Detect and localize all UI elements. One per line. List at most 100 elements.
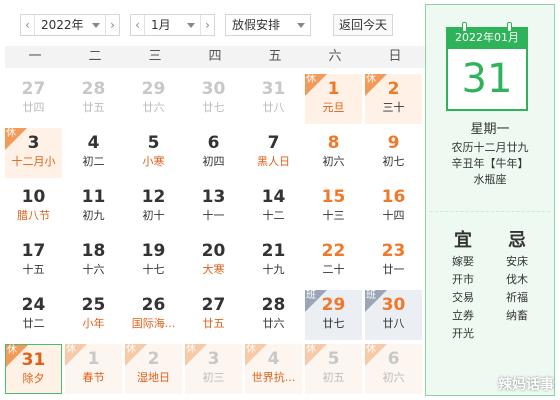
day-cell[interactable]: 20 大寒 [185,236,242,286]
yi-item: 嫁娶 [452,255,474,268]
selected-day-number: 31 [461,56,513,102]
day-cell[interactable]: 21 十九 [245,236,302,286]
lunar-label: 廿四 [22,101,45,114]
yi-item: 立券 [452,309,474,322]
day-number: 12 [141,187,166,207]
day-number: 14 [261,187,286,207]
day-detail-panel: 2022年01月 31 星期一 农历十二月廿九 辛丑年【牛年】 水瓶座 宜 嫁娶… [425,4,555,396]
day-cell[interactable]: 18 十六 [65,236,122,286]
lunar-label: 廿二 [22,317,45,330]
lunar-label: 初二 [82,155,105,168]
lunar-label: 十七 [142,263,165,276]
day-number: 4 [87,133,100,153]
yi-item: 开光 [452,327,474,340]
day-cell-today[interactable]: 休 31 除夕 [5,344,62,394]
day-cell[interactable]: 23 廿一 [365,236,422,286]
year-select[interactable]: ‹ 2022年 › [20,14,120,36]
day-cell[interactable]: 休 5 初五 [305,344,362,394]
day-cell[interactable]: 29 廿六 [125,74,182,124]
day-cell[interactable]: 休 3 初三 [185,344,242,394]
next-month-arrow-icon[interactable]: › [200,15,214,35]
prev-month-arrow-icon[interactable]: ‹ [131,15,145,35]
day-cell[interactable]: 15 十三 [305,182,362,232]
day-number: 4 [267,349,280,369]
day-cell[interactable]: 11 初九 [65,182,122,232]
day-cell[interactable]: 休 1 元旦 [305,74,362,124]
zodiac-sign: 水瓶座 [473,173,507,186]
lunar-label: 春节 [82,371,105,384]
day-cell[interactable]: 4 初二 [65,128,122,178]
watermark: 辣妈话事 [498,377,554,393]
lunar-label: 廿八 [382,317,405,330]
lunar-label: 廿七 [322,317,345,330]
day-number: 5 [327,349,340,369]
holiday-value: 放假安排 [232,18,281,32]
day-number: 29 [321,295,346,315]
day-cell[interactable]: 19 十七 [125,236,182,286]
prev-year-arrow-icon[interactable]: ‹ [21,15,35,35]
day-cell[interactable]: 14 十二 [245,182,302,232]
day-cell[interactable]: 7 黑人日 [245,128,302,178]
lunar-label: 三十 [382,101,405,114]
day-cell[interactable]: 休 6 初六 [365,344,422,394]
day-cell[interactable]: 10 腊八节 [5,182,62,232]
calendar-toolbar: ‹ 2022年 › ‹ 1月 › 放假安排 返回今天 [0,0,424,40]
back-to-today-button[interactable]: 返回今天 [333,14,393,36]
holiday-select[interactable]: 放假安排 [225,14,311,36]
day-cell[interactable]: 13 十一 [185,182,242,232]
lunar-label: 国际海... [131,317,176,330]
weekday-label: 六 [328,49,342,64]
day-cell[interactable]: 28 廿六 [245,290,302,340]
day-cell[interactable]: 8 初六 [305,128,362,178]
lunar-label: 世界抗... [251,371,296,384]
day-cell[interactable]: 休 2 湿地日 [125,344,182,394]
day-cell[interactable]: 5 小寒 [125,128,182,178]
day-cell[interactable]: 27 廿四 [5,74,62,124]
day-cell[interactable]: 班 29 廿七 [305,290,362,340]
lunar-label: 十四 [382,209,405,222]
lunar-label: 十九 [262,263,285,276]
day-number: 16 [381,187,406,207]
lunar-label: 小年 [82,317,105,330]
day-number: 22 [321,241,346,261]
lunar-label: 十五 [22,263,45,276]
next-year-arrow-icon[interactable]: › [105,15,119,35]
day-number: 24 [21,295,46,315]
day-cell[interactable]: 22 二十 [305,236,362,286]
binder-ring-icon [507,22,512,32]
lunar-label: 湿地日 [137,371,170,384]
lunar-label: 廿六 [262,317,285,330]
chevron-down-icon [297,23,305,28]
day-cell[interactable]: 休 4 世界抗... [245,344,302,394]
day-cell[interactable]: 9 初七 [365,128,422,178]
lunar-label: 除夕 [22,372,45,385]
day-cell[interactable]: 24 廿二 [5,290,62,340]
day-cell[interactable]: 休 3 十二月小 [5,128,62,178]
day-cell[interactable]: 12 初十 [125,182,182,232]
day-number: 26 [141,295,166,315]
day-number: 7 [267,133,280,153]
month-select[interactable]: ‹ 1月 › [130,14,215,36]
day-cell[interactable]: 30 廿七 [185,74,242,124]
day-cell[interactable]: 休 1 春节 [65,344,122,394]
day-number: 10 [21,187,46,207]
day-cell[interactable]: 休 2 三十 [365,74,422,124]
day-cell[interactable]: 17 十五 [5,236,62,286]
day-number: 28 [261,295,286,315]
day-cell[interactable]: 25 小年 [65,290,122,340]
lunar-label: 十一 [202,209,225,222]
weekday-header: 一 二 三 四 五 六 日 [5,46,425,68]
ganzhi-year: 辛丑年【牛年】 [451,157,529,170]
day-cell[interactable]: 31 廿八 [245,74,302,124]
day-cell[interactable]: 26 国际海... [125,290,182,340]
day-cell[interactable]: 28 廿五 [65,74,122,124]
day-cell[interactable]: 班 30 廿八 [365,290,422,340]
lunar-label: 廿一 [382,263,405,276]
day-cell[interactable]: 16 十四 [365,182,422,232]
lunar-label: 腊八节 [17,209,50,222]
day-number: 5 [147,133,160,153]
day-cell[interactable]: 6 初四 [185,128,242,178]
weekday-label: 日 [388,49,402,64]
lunar-label: 初五 [322,371,345,384]
day-cell[interactable]: 27 廿五 [185,290,242,340]
